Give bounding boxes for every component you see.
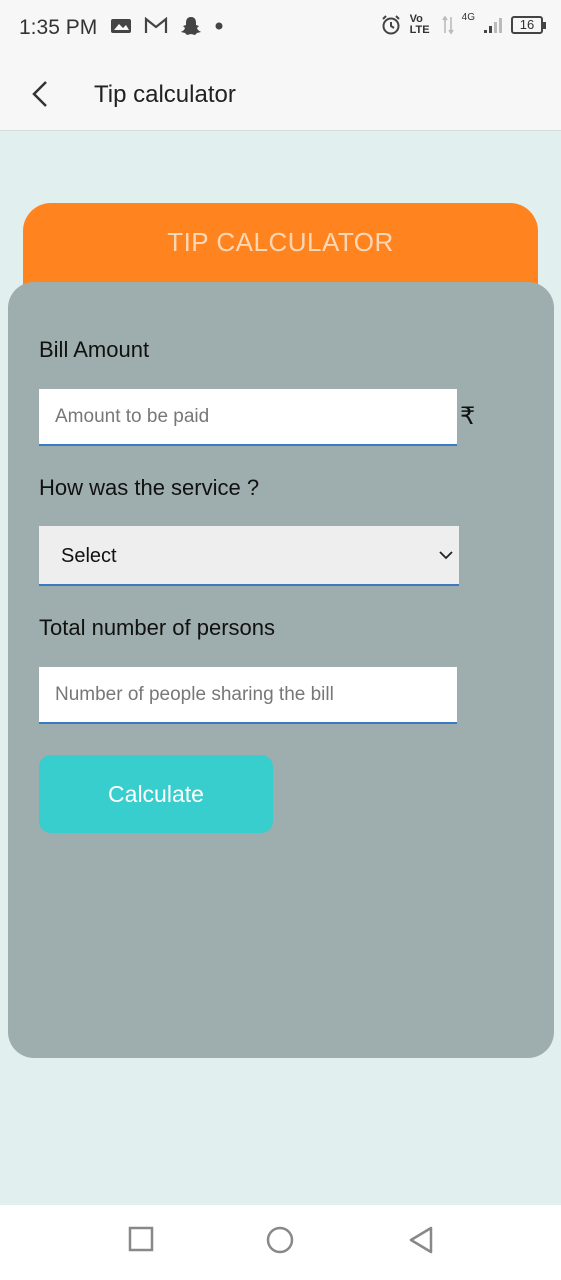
status-time: 1:35 PM <box>19 16 98 39</box>
persons-input[interactable] <box>39 667 457 724</box>
square-icon[interactable] <box>127 1225 155 1253</box>
status-system-icons: Vo LTE 4G 16 <box>380 11 546 36</box>
service-label: How was the service ? <box>39 475 260 500</box>
chevron-left-icon <box>32 81 47 107</box>
navigation-bar <box>0 1205 561 1280</box>
rupee-symbol: ₹ <box>460 403 476 430</box>
alarm-icon <box>381 15 400 35</box>
tip-form-card: Bill Amount ₹ How was the service ? Sele… <box>8 282 554 1058</box>
signal-icon <box>484 18 502 33</box>
service-select[interactable]: Select <box>39 526 459 586</box>
chevron-down-icon <box>439 551 453 560</box>
triangle-back-icon[interactable] <box>407 1225 435 1255</box>
app-bar: Tip calculator <box>0 58 561 131</box>
network-type: 4G <box>461 11 475 23</box>
card-title: TIP CALCULATOR <box>167 227 394 257</box>
status-notification-icons <box>110 16 224 36</box>
back-button[interactable] <box>24 74 60 114</box>
status-bar: 1:35 PM Vo LTE 4G 16 <box>0 0 561 58</box>
bill-amount-label: Bill Amount <box>39 337 150 362</box>
persons-label: Total number of persons <box>39 615 276 640</box>
snapchat-icon <box>181 17 201 35</box>
gallery-icon <box>111 19 131 33</box>
service-select-value: Select <box>61 545 117 567</box>
data-arrows-icon <box>441 15 454 35</box>
battery-icon: 16 <box>511 16 546 34</box>
bill-amount-input[interactable] <box>39 389 457 446</box>
calculate-button[interactable]: Calculate <box>39 755 273 833</box>
circle-icon[interactable] <box>265 1225 295 1255</box>
gmail-icon <box>144 17 168 33</box>
page-title: Tip calculator <box>94 81 236 108</box>
dot-icon <box>215 22 223 30</box>
volte-indicator: Vo LTE <box>409 13 430 36</box>
